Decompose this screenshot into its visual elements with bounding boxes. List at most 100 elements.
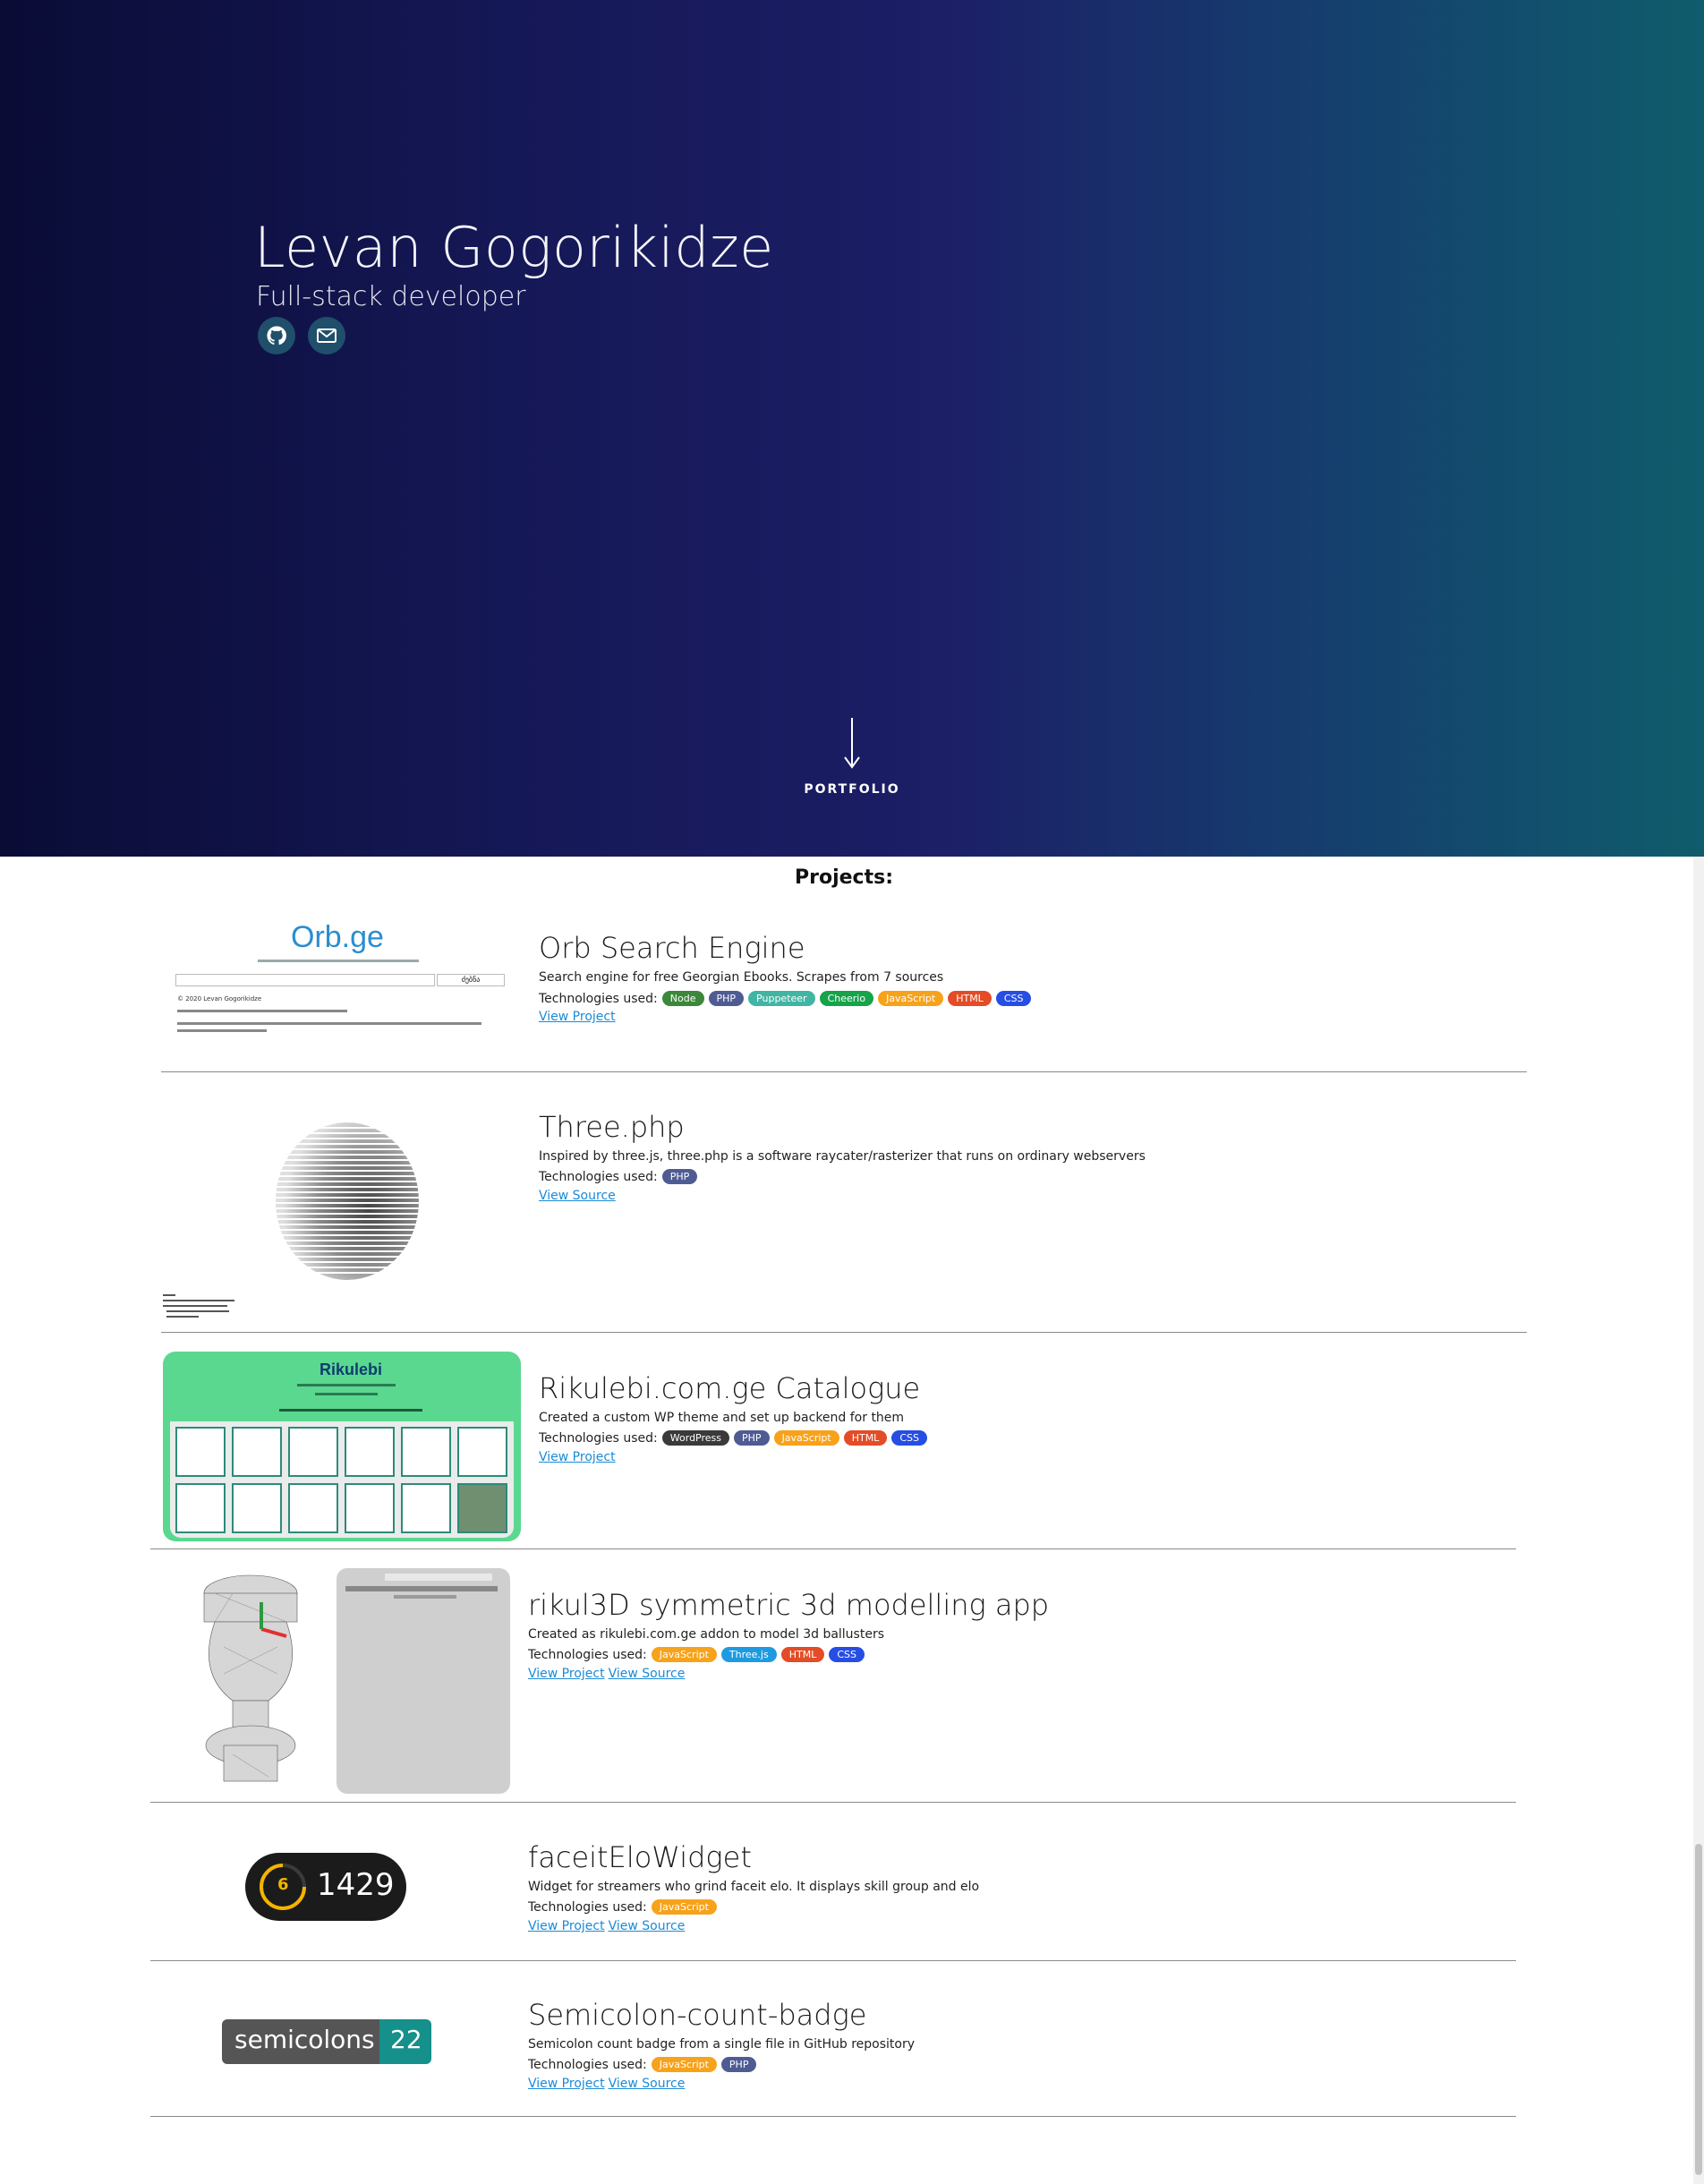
tech-badge: WordPress [661, 1430, 730, 1446]
project-links: View Project [539, 1010, 616, 1024]
project-divider [150, 1548, 1516, 1549]
elo-value: 1429 [317, 1867, 395, 1903]
rikulebi-grid [170, 1421, 514, 1538]
tech-label: Technologies used: [528, 1899, 647, 1915]
project-thumbnail-rikulebi: Rikulebi [163, 1352, 521, 1541]
orb-logo: Orb.ge [291, 920, 384, 954]
project-links: View Project View Source [528, 1667, 685, 1681]
baluster-model-render [203, 1568, 510, 1794]
tech-badge: JavaScript [651, 2057, 717, 2072]
project-thumbnail-faceit: 6 1429 [245, 1853, 406, 1921]
mail-icon[interactable] [308, 317, 345, 354]
project-description: Semicolon count badge from a single file… [528, 2037, 916, 2052]
tech-badge: PHP [661, 1169, 698, 1184]
project-description: Created a custom WP theme and set up bac… [539, 1411, 905, 1425]
scrollbar-lower[interactable] [1693, 1522, 1704, 2184]
view-source-link[interactable]: View Source [539, 1189, 616, 1203]
orb-tagline [258, 960, 419, 962]
orb-search-field [175, 974, 435, 986]
orb-footer: © 2020 Levan Gogorikidze [177, 995, 262, 1002]
project-thumbnail-orb: Orb.ge ძებნა © 2020 Levan Gogorikidze [161, 913, 519, 1047]
project-thumbnail-threephp [161, 1119, 519, 1325]
tech-badge: HTML [780, 1647, 825, 1662]
badge-label: semicolons [222, 2019, 379, 2064]
rikulebi-header-lines [315, 1393, 378, 1395]
project-title: faceitEloWidget [528, 1840, 752, 1874]
view-source-link[interactable]: View Source [609, 2077, 686, 2091]
tech-badge: Cheerio [819, 991, 874, 1006]
view-source-link[interactable]: View Source [609, 1919, 686, 1933]
view-project-link[interactable]: View Project [528, 1919, 605, 1933]
project-title: Three.php [539, 1110, 685, 1144]
project-thumbnail-semicolons: semicolons 22 [222, 2019, 431, 2064]
project-title: Semicolon-count-badge [528, 1998, 867, 2032]
tech-badge: JavaScript [651, 1647, 717, 1662]
view-project-link[interactable]: View Project [539, 1450, 616, 1464]
project-description: Inspired by three.js, three.php is a sof… [539, 1149, 1146, 1164]
project-links: View Project [539, 1450, 616, 1464]
project-title: rikul3D symmetric 3d modelling app [528, 1588, 1050, 1622]
tech-label: Technologies used: [539, 1169, 658, 1184]
rikulebi-logo: Rikulebi [320, 1361, 383, 1378]
view-project-link[interactable]: View Project [528, 1667, 605, 1681]
project-description: Created as rikulebi.com.ge addon to mode… [528, 1627, 885, 1642]
scrollbar-thumb[interactable] [1695, 1844, 1702, 2175]
ascii-sphere-render [163, 1122, 430, 1318]
scroll-to-portfolio[interactable]: PORTFOLIO [0, 716, 1704, 797]
view-source-link[interactable]: View Source [609, 1667, 686, 1681]
hero-section: Levan Gogorikidze Full-stack developer P… [0, 0, 1704, 857]
project-description: Widget for streamers who grind faceit el… [528, 1880, 980, 1894]
project-links: View Project View Source [528, 2077, 685, 2091]
project-thumbnail-rikul3d [161, 1566, 512, 1795]
tech-badge: HTML [948, 991, 992, 1006]
portfolio-label: PORTFOLIO [804, 782, 900, 797]
project-divider [161, 1071, 1527, 1072]
tech-badge: CSS [995, 991, 1032, 1006]
tech-badge: PHP [708, 991, 745, 1006]
tech-label: Technologies used: [539, 991, 658, 1006]
project-tech: Technologies used: JavaScript Three.js HTML… [528, 1647, 865, 1662]
tech-label: Technologies used: [539, 1430, 658, 1446]
tech-badge: JavaScript [773, 1430, 839, 1446]
tech-badge: CSS [829, 1647, 865, 1662]
project-description: Search engine for free Georgian Ebooks. … [539, 970, 944, 985]
view-project-link[interactable]: View Project [539, 1010, 616, 1024]
project-tech: Technologies used: JavaScript PHP [528, 2057, 757, 2072]
project-tech: Technologies used: Node PHP Puppeteer Cheeri… [539, 991, 1032, 1006]
project-divider [150, 1960, 1516, 1961]
orb-text-line [177, 1022, 481, 1025]
tech-label: Technologies used: [528, 1647, 647, 1662]
tech-badge: Three.js [720, 1647, 777, 1662]
tech-badge: CSS [891, 1430, 927, 1446]
arrow-down-icon [844, 718, 860, 769]
project-tech: Technologies used: JavaScript [528, 1899, 717, 1915]
project-tech: Technologies used: WordPress PHP JavaScript… [539, 1430, 927, 1446]
orb-search-button: ძებნა [437, 974, 505, 986]
rikulebi-header-lines [279, 1409, 422, 1412]
tech-badge: JavaScript [651, 1899, 717, 1915]
orb-text-line [177, 1029, 267, 1032]
project-divider [150, 2116, 1516, 2117]
github-icon[interactable] [258, 317, 295, 354]
project-links: View Project View Source [528, 1919, 685, 1933]
projects-heading: Projects: [795, 866, 893, 889]
social-links [258, 317, 345, 354]
project-divider [161, 1332, 1527, 1333]
tech-badge: PHP [734, 1430, 770, 1446]
project-tech: Technologies used: PHP [539, 1169, 698, 1184]
hero-role: Full-stack developer [256, 281, 526, 312]
hero-name: Levan Gogorikidze [254, 215, 774, 280]
rikulebi-header-lines [297, 1384, 396, 1386]
tech-label: Technologies used: [528, 2057, 647, 2072]
orb-text-line [177, 1010, 347, 1012]
view-project-link[interactable]: View Project [528, 2077, 605, 2091]
project-title: Orb Search Engine [539, 931, 805, 965]
project-divider [150, 1802, 1516, 1803]
project-links: View Source [539, 1189, 616, 1203]
tech-badge: Node [661, 991, 704, 1006]
badge-count: 22 [379, 2019, 431, 2064]
tech-badge: Puppeteer [748, 991, 815, 1006]
tech-badge: PHP [720, 2057, 757, 2072]
skill-level-value: 6 [277, 1875, 289, 1894]
tech-badge: HTML [843, 1430, 888, 1446]
